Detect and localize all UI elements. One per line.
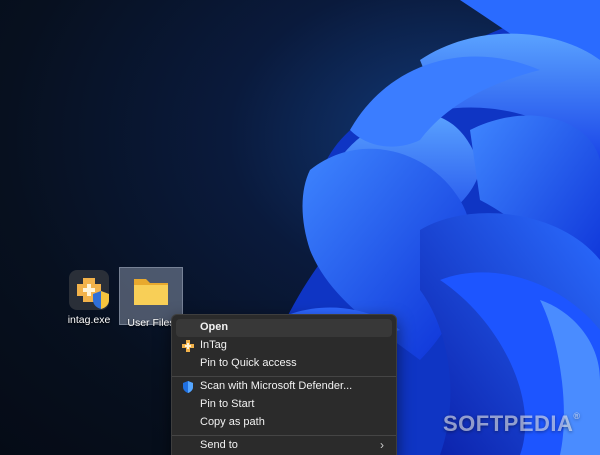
menu-item-intag[interactable]: InTag [176,337,392,355]
menu-item-label: Copy as path [200,416,265,428]
menu-separator [172,376,396,377]
folder-icon [131,273,171,313]
menu-item-label: Pin to Start [200,398,255,410]
menu-item-copy-path[interactable]: Copy as path [176,414,392,432]
defender-shield-icon [181,380,195,394]
desktop[interactable]: intag.exe User Files Open InTag Pin to Q… [0,0,600,455]
menu-item-label: Scan with Microsoft Defender... [200,380,353,392]
chevron-right-icon: › [380,438,384,452]
watermark-text: SOFTPEDIA [443,411,574,436]
softpedia-watermark: SOFTPEDIA® [443,411,581,437]
menu-item-label: Pin to Quick access [200,357,297,369]
trademark-symbol: ® [573,411,581,421]
menu-item-pin-start[interactable]: Pin to Start [176,396,392,414]
menu-separator [172,435,396,436]
menu-item-label: InTag [200,339,227,351]
menu-item-label: Open [200,321,229,333]
context-menu: Open InTag Pin to Quick access Scan with… [171,314,397,455]
intag-icon [181,339,195,353]
menu-item-scan-defender[interactable]: Scan with Microsoft Defender... [176,378,392,396]
menu-item-label: Send to [200,439,238,451]
desktop-icon-intag[interactable]: intag.exe [58,264,120,326]
menu-item-send-to[interactable]: Send to › [176,437,392,455]
desktop-icon-label: intag.exe [67,314,111,326]
intag-app-icon [69,270,109,310]
menu-item-pin-quick-access[interactable]: Pin to Quick access [176,355,392,373]
menu-item-open[interactable]: Open [176,319,392,337]
